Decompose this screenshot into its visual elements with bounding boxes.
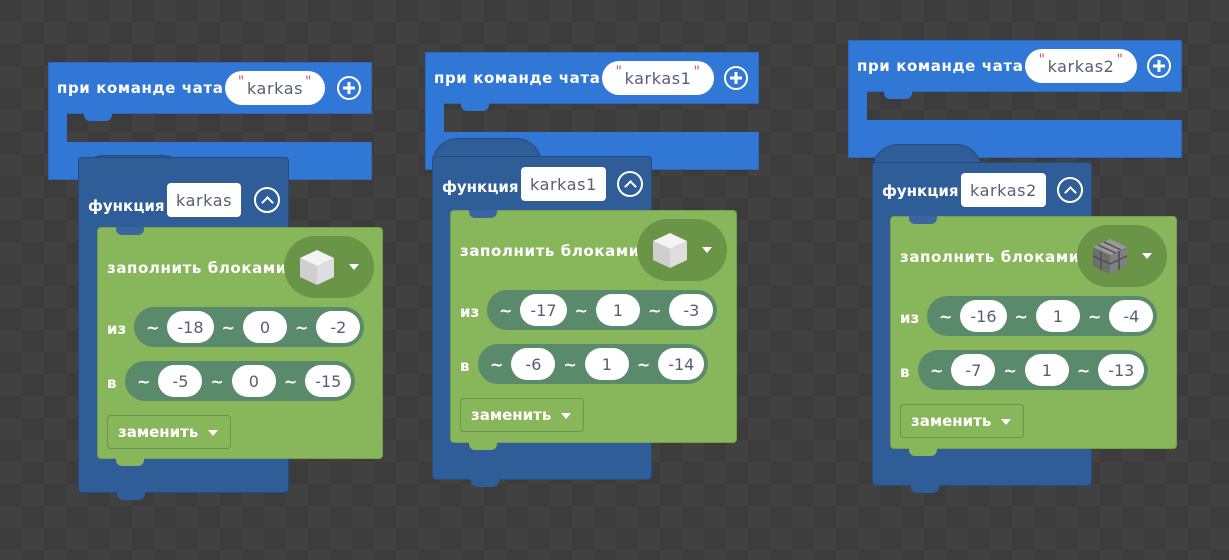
add-parameter-icon[interactable] bbox=[1147, 54, 1171, 78]
from-label: из bbox=[900, 309, 920, 327]
to-position[interactable]: ~ -6 ~ 1 ~ -14 bbox=[478, 344, 709, 384]
block-type-dropdown[interactable] bbox=[637, 219, 727, 281]
z-input[interactable]: -4 bbox=[1109, 300, 1154, 332]
function-label: функция bbox=[882, 182, 959, 200]
fill-label: заполнить блоками bbox=[107, 259, 287, 277]
z-input[interactable]: -14 bbox=[658, 348, 705, 380]
y-input[interactable]: 1 bbox=[595, 294, 640, 326]
command-group-3: при команде чата " karkas2 " функция karka… bbox=[848, 40, 1188, 500]
event-label: при команде чата bbox=[434, 69, 601, 87]
from-position[interactable]: ~ -17 ~ 1 ~ -3 bbox=[487, 290, 718, 330]
collapse-icon[interactable] bbox=[254, 187, 280, 213]
fill-blocks-block[interactable]: заполнить блоками из ~ -16 ~ 1 ~ -4 в ~ … bbox=[890, 216, 1177, 456]
collapse-icon[interactable] bbox=[617, 171, 643, 197]
fill-mode-dropdown[interactable]: заменить bbox=[107, 415, 232, 449]
x-input[interactable]: -5 bbox=[158, 365, 203, 397]
x-input[interactable]: -6 bbox=[511, 348, 556, 380]
x-input[interactable]: -16 bbox=[960, 300, 1007, 332]
z-input[interactable]: -3 bbox=[669, 294, 714, 326]
fill-label: заполнить блоками bbox=[460, 242, 640, 260]
chevron-down-icon bbox=[702, 247, 712, 253]
chat-command-event-block[interactable]: при команде чата " karkas2 " bbox=[848, 40, 1182, 158]
from-position[interactable]: ~ -16 ~ 1 ~ -4 bbox=[927, 296, 1158, 336]
chevron-down-icon bbox=[1001, 419, 1012, 425]
function-name-input[interactable]: karkas bbox=[167, 183, 242, 217]
z-input[interactable]: -2 bbox=[316, 311, 361, 343]
from-position[interactable]: ~ -18 ~ 0 ~ -2 bbox=[134, 307, 365, 347]
fill-mode-dropdown[interactable]: заменить bbox=[460, 398, 585, 432]
function-block[interactable]: функция karkas1 заполнить блоками из ~ -… bbox=[432, 156, 737, 487]
z-input[interactable]: -13 bbox=[1098, 354, 1145, 386]
to-label: в bbox=[900, 363, 910, 381]
fill-blocks-block[interactable]: заполнить блоками из ~ -17 ~ 1 ~ -3 в ~ … bbox=[450, 210, 737, 450]
block-type-dropdown[interactable] bbox=[1077, 225, 1167, 287]
from-label: из bbox=[107, 320, 127, 338]
command-group-2: при команде чата " karkas1 " функция karka… bbox=[425, 52, 765, 512]
function-label: функция bbox=[442, 178, 519, 196]
to-label: в bbox=[460, 357, 470, 375]
from-label: из bbox=[460, 303, 480, 321]
fill-label: заполнить блоками bbox=[900, 248, 1080, 266]
to-position[interactable]: ~ -5 ~ 0 ~ -15 bbox=[125, 361, 356, 401]
y-input[interactable]: 0 bbox=[231, 365, 276, 397]
x-input[interactable]: -17 bbox=[520, 294, 567, 326]
y-input[interactable]: 1 bbox=[584, 348, 629, 380]
z-input[interactable]: -15 bbox=[305, 365, 352, 397]
function-block[interactable]: функция karkas2 заполнить блоками из ~ -… bbox=[872, 162, 1177, 493]
function-label: функция bbox=[88, 197, 165, 215]
smooth-stone-icon bbox=[653, 233, 687, 268]
command-group-1: при команде чата " karkas " функция karkas… bbox=[48, 62, 388, 522]
function-name-input[interactable]: karkas1 bbox=[521, 167, 606, 201]
event-label: при команде чата bbox=[857, 57, 1024, 75]
fill-mode-dropdown[interactable]: заменить bbox=[900, 404, 1025, 438]
y-input[interactable]: 0 bbox=[242, 311, 287, 343]
function-name-input[interactable]: karkas2 bbox=[961, 173, 1046, 207]
collapse-icon[interactable] bbox=[1057, 177, 1083, 203]
chevron-down-icon bbox=[561, 413, 572, 419]
x-input[interactable]: -7 bbox=[951, 354, 996, 386]
smooth-stone-icon bbox=[300, 250, 334, 285]
y-input[interactable]: 1 bbox=[1035, 300, 1080, 332]
command-name-input[interactable]: " karkas " bbox=[225, 71, 325, 105]
command-name-input[interactable]: " karkas1 " bbox=[602, 61, 714, 95]
block-type-dropdown[interactable] bbox=[284, 236, 374, 298]
command-name-input[interactable]: " karkas2 " bbox=[1025, 49, 1137, 83]
stone-bricks-icon bbox=[1092, 239, 1128, 274]
y-input[interactable]: 1 bbox=[1024, 354, 1069, 386]
chevron-down-icon bbox=[349, 264, 359, 270]
chevron-down-icon bbox=[1142, 253, 1152, 259]
function-block[interactable]: функция karkas заполнить блоками из ~ -1… bbox=[78, 157, 383, 500]
x-input[interactable]: -18 bbox=[167, 311, 214, 343]
to-position[interactable]: ~ -7 ~ 1 ~ -13 bbox=[918, 350, 1149, 390]
chevron-down-icon bbox=[208, 430, 219, 436]
add-parameter-icon[interactable] bbox=[337, 76, 361, 100]
fill-blocks-block[interactable]: заполнить блоками из ~ -18 ~ 0 ~ -2 в ~ … bbox=[97, 227, 383, 466]
add-parameter-icon[interactable] bbox=[724, 66, 748, 90]
event-label: при команде чата bbox=[57, 79, 224, 97]
to-label: в bbox=[107, 374, 117, 392]
